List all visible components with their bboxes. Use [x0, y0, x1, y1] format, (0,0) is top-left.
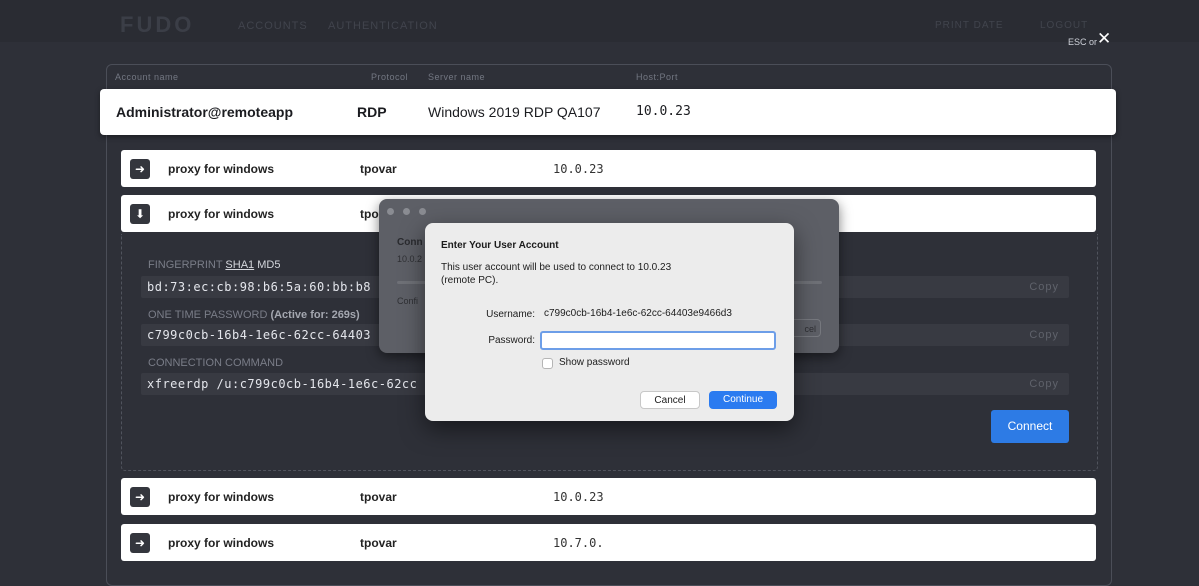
proxy-user: tpovar: [360, 490, 397, 504]
command-value: xfreerdp /u:c799c0cb-16b4-1e6c-62cc: [147, 377, 418, 391]
show-password-label[interactable]: Show password: [559, 357, 630, 368]
show-password-checkbox[interactable]: [542, 358, 553, 369]
window-minimize-dot[interactable]: [403, 208, 410, 215]
logout-link[interactable]: LOGOUT: [1040, 20, 1088, 31]
proxy-name: proxy for windows: [168, 162, 275, 176]
close-icon[interactable]: ✕: [1097, 30, 1111, 47]
bg-window-title: Conn: [397, 237, 423, 248]
esc-hint: ESC or: [1068, 37, 1098, 47]
col-header-protocol: Protocol: [371, 72, 409, 82]
copy-command-button[interactable]: Copy: [1029, 378, 1059, 390]
col-header-account-name: Account name: [115, 72, 179, 82]
user-account-dialog: Enter Your User Account This user accoun…: [425, 223, 794, 421]
arrow-down-icon[interactable]: ⬇: [130, 204, 150, 224]
account-name: Administrator@remoteapp: [116, 104, 294, 120]
md5-tab[interactable]: MD5: [257, 259, 280, 271]
copy-otp-button[interactable]: Copy: [1029, 329, 1059, 341]
dialog-message-cont: (remote PC).: [441, 275, 499, 286]
account-card[interactable]: Administrator@remoteapp RDP Windows 2019…: [100, 89, 1116, 135]
proxy-host: 10.0.23: [553, 162, 604, 176]
dialog-message: This user account will be used to connec…: [441, 262, 672, 273]
proxy-name: proxy for windows: [168, 207, 275, 221]
username-label: Username:: [486, 309, 535, 320]
copy-fingerprint-button[interactable]: Copy: [1029, 281, 1059, 293]
continue-button[interactable]: Continue: [709, 391, 777, 409]
account-host: 10.0.23: [636, 104, 691, 119]
proxy-user: tpovar: [360, 162, 397, 176]
sha1-tab[interactable]: SHA1: [225, 259, 254, 271]
otp-label: ONE TIME PASSWORD (Active for: 269s): [148, 309, 360, 321]
proxy-row[interactable]: ➜ proxy for windows tpovar 10.0.23: [121, 150, 1096, 187]
bg-window-host: 10.0.2: [397, 254, 423, 264]
password-label: Password:: [488, 335, 535, 346]
window-zoom-dot[interactable]: [419, 208, 426, 215]
proxy-host: 10.0.23: [553, 490, 604, 504]
proxy-user: tpo: [360, 207, 379, 221]
fingerprint-value: bd:73:ec:cb:98:b6:5a:60:bb:b8: [147, 280, 372, 294]
account-server: Windows 2019 RDP QA107: [428, 104, 601, 120]
otp-active-timer: (Active for: 269s): [270, 309, 360, 321]
dialog-title: Enter Your User Account: [441, 240, 559, 251]
proxy-name: proxy for windows: [168, 536, 275, 550]
window-close-dot[interactable]: [387, 208, 394, 215]
top-bar: FUDO ACCOUNTS AUTHENTICATION PRINT DATE …: [0, 0, 1199, 42]
arrow-right-icon[interactable]: ➜: [130, 487, 150, 507]
fingerprint-label: FINGERPRINT SHA1 MD5: [148, 259, 281, 271]
col-header-server-name: Server name: [428, 72, 486, 82]
proxy-host: 10.7.0.: [553, 536, 604, 550]
nav-accounts[interactable]: ACCOUNTS: [238, 20, 308, 32]
username-field[interactable]: c799c0cb-16b4-1e6c-62cc-64403e9466d3: [540, 305, 776, 323]
proxy-user: tpovar: [360, 536, 397, 550]
fudo-logo: FUDO: [120, 12, 195, 37]
account-protocol: RDP: [357, 104, 387, 120]
nav-authentication[interactable]: AUTHENTICATION: [328, 20, 438, 32]
password-input[interactable]: [540, 331, 776, 350]
proxy-row[interactable]: ➜ proxy for windows tpovar 10.0.23: [121, 478, 1096, 515]
cancel-button[interactable]: Cancel: [640, 391, 700, 409]
print-date-link[interactable]: PRINT DATE: [935, 20, 1004, 31]
connection-command-label: CONNECTION COMMAND: [148, 357, 284, 369]
proxy-name: proxy for windows: [168, 490, 275, 504]
col-header-host-port: Host:Port: [636, 72, 679, 82]
arrow-right-icon[interactable]: ➜: [130, 159, 150, 179]
bg-window-config: Confi: [397, 296, 419, 306]
otp-value: c799c0cb-16b4-1e6c-62cc-64403: [147, 328, 372, 342]
arrow-right-icon[interactable]: ➜: [130, 533, 150, 553]
connect-button[interactable]: Connect: [991, 410, 1069, 443]
proxy-row[interactable]: ➜ proxy for windows tpovar 10.7.0.: [121, 524, 1096, 561]
